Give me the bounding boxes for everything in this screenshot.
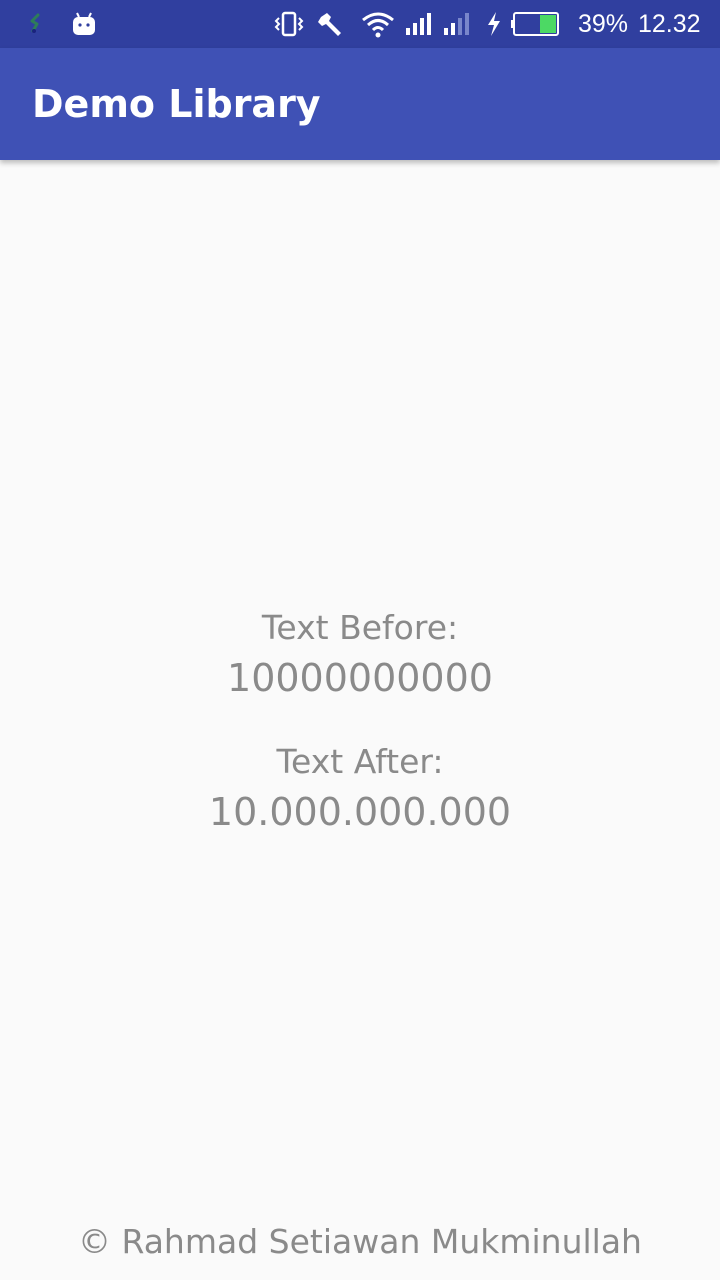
app-notification-icon <box>26 0 46 48</box>
app-bar: Demo Library <box>0 48 720 160</box>
text-after-value: 10.000.000.000 <box>208 790 512 834</box>
android-icon <box>70 0 98 48</box>
vibrate-icon <box>274 0 304 48</box>
copyright-footer: © Rahmad Setiawan Mukminullah <box>78 1222 642 1261</box>
battery-percent: 39% <box>578 10 629 38</box>
text-after-block: Text After: 10.000.000.000 <box>0 740 720 840</box>
app-title: Demo Library <box>32 82 321 126</box>
clock: 12.32 <box>638 10 701 38</box>
wifi-icon <box>360 0 396 48</box>
text-after-label: Text After: <box>276 742 444 781</box>
battery-icon <box>510 0 562 48</box>
signal-icon <box>404 0 432 48</box>
main-content: Text Before: 10000000000 Text After: 10.… <box>0 160 720 1280</box>
signal-weak-icon <box>442 0 470 48</box>
text-before-value: 10000000000 <box>227 656 493 700</box>
text-before-block: Text Before: 10000000000 <box>0 606 720 706</box>
charging-icon <box>484 0 504 48</box>
status-bar: 39% 12.32 <box>0 0 720 48</box>
text-before-label: Text Before: <box>261 608 459 647</box>
screen: 39% 12.32 Demo Library Text Before: 1000… <box>0 0 720 1280</box>
wrench-icon <box>316 0 344 48</box>
